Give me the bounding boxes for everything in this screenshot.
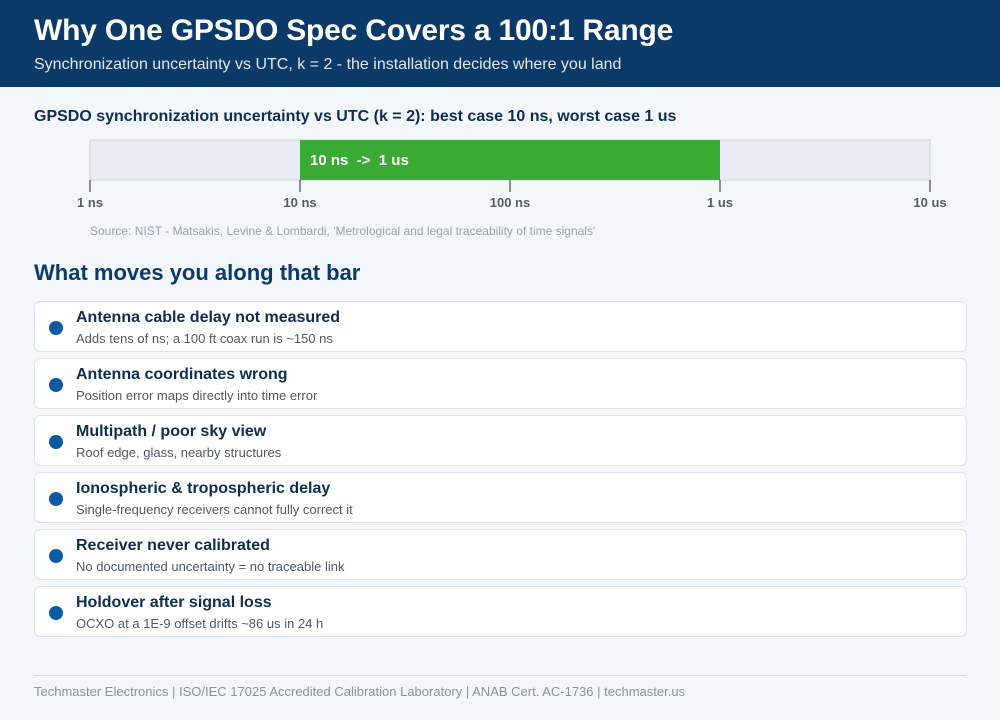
page-subtitle: Synchronization uncertainty vs UTC, k = … <box>34 56 622 73</box>
factor-list: Antenna cable delay not measured Adds te… <box>34 301 967 643</box>
uncertainty-range-chart: 10 ns -> 1 us 1 ns 10 ns 100 ns 1 us 10 us <box>77 139 947 210</box>
factor-item-atmospheric-delay: Ionospheric & tropospheric delay Single-… <box>34 472 967 523</box>
page-title: Why One GPSDO Spec Covers a 100:1 Range <box>34 14 674 47</box>
chart-title: GPSDO synchronization uncertainty vs UTC… <box>34 108 677 125</box>
tick-label: 10 ns <box>283 195 316 210</box>
chart-source: Source: NIST - Matsakis, Levine & Lombar… <box>90 224 596 238</box>
factor-description: Position error maps directly into time e… <box>76 388 318 403</box>
footer-text: Techmaster Electronics | ISO/IEC 17025 A… <box>34 684 686 699</box>
band-label: 10 ns -> 1 us <box>310 152 409 169</box>
tick-label: 100 ns <box>490 195 530 210</box>
bullet-dot-icon <box>49 606 63 620</box>
bullet-dot-icon <box>49 549 63 563</box>
tick-group: 1 ns 10 ns 100 ns 1 us 10 us <box>77 180 947 210</box>
factor-item-holdover: Holdover after signal loss OCXO at a 1E-… <box>34 586 967 637</box>
factor-title: Receiver never calibrated <box>76 537 270 554</box>
bullet-dot-icon <box>49 321 63 335</box>
factor-description: No documented uncertainty = no traceable… <box>76 559 345 574</box>
factor-description: Single-frequency receivers cannot fully … <box>76 502 353 517</box>
footer-divider <box>34 675 966 676</box>
factor-description: OCXO at a 1E-9 offset drifts ~86 us in 2… <box>76 616 324 631</box>
factor-item-coordinates: Antenna coordinates wrong Position error… <box>34 358 967 409</box>
bullet-dot-icon <box>49 378 63 392</box>
factor-title: Antenna coordinates wrong <box>76 366 288 383</box>
factor-item-calibration: Receiver never calibrated No documented … <box>34 529 967 580</box>
factors-heading: What moves you along that bar <box>34 260 361 285</box>
header-banner: Why One GPSDO Spec Covers a 100:1 Range … <box>0 0 1000 87</box>
factor-title: Antenna cable delay not measured <box>76 309 341 326</box>
factor-title: Ionospheric & tropospheric delay <box>76 480 331 497</box>
factor-title: Multipath / poor sky view <box>76 423 267 440</box>
tick-label: 1 us <box>707 195 733 210</box>
factor-item-cable-delay: Antenna cable delay not measured Adds te… <box>34 301 967 352</box>
factor-item-multipath: Multipath / poor sky view Roof edge, gla… <box>34 415 967 466</box>
factor-title: Holdover after signal loss <box>76 594 272 611</box>
bullet-dot-icon <box>49 492 63 506</box>
tick-label: 1 ns <box>77 195 103 210</box>
bullet-dot-icon <box>49 435 63 449</box>
factor-description: Roof edge, glass, nearby structures <box>76 445 282 460</box>
factor-description: Adds tens of ns; a 100 ft coax run is ~1… <box>76 331 333 346</box>
tick-label: 10 us <box>913 195 946 210</box>
